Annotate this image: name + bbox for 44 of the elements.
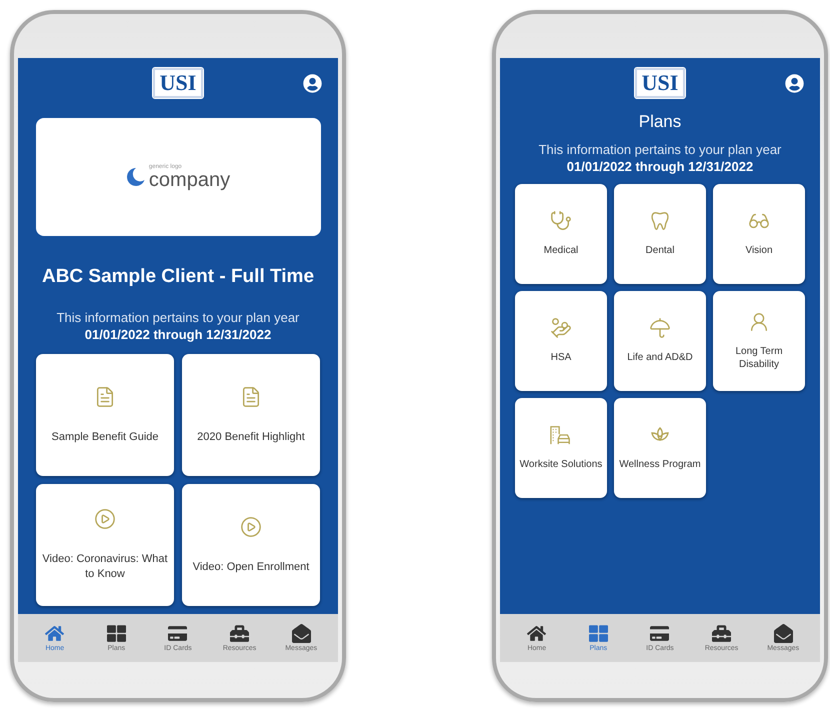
benefit-tile[interactable]: Worksite Solutions: [515, 398, 607, 498]
page-title: ABC Sample Client - Full Time: [42, 266, 314, 288]
card-icon: [168, 624, 188, 643]
play-icon: [94, 508, 116, 530]
play-icon: [240, 516, 262, 538]
grid-icon: [588, 624, 608, 643]
document-icon: [94, 386, 116, 408]
toolbox-icon: [712, 624, 732, 643]
envelope-icon: [774, 624, 793, 643]
tooth-icon: [649, 210, 671, 232]
building-car-icon: [549, 424, 573, 446]
page-title: Plans: [638, 112, 682, 132]
benefit-tile[interactable]: Dental: [614, 184, 706, 284]
benefit-tile[interactable]: Long Term Disability: [713, 291, 805, 391]
benefit-tile[interactable]: Medical: [515, 184, 607, 284]
benefit-tile[interactable]: Life and AD&D: [614, 291, 706, 391]
umbrella-icon: [649, 317, 671, 340]
plan-year-notice: This information pertains to your plan year: [56, 310, 300, 325]
crescent-logo-icon: [126, 167, 146, 187]
grid-icon: [106, 624, 126, 643]
home-icon: [527, 624, 546, 643]
plan-year-dates: 01/01/2022 through 12/31/2022: [566, 159, 754, 174]
person-icon: [748, 310, 770, 332]
profile-icon[interactable]: [303, 74, 322, 93]
benefit-tile[interactable]: 2020 Benefit Highlight: [182, 354, 320, 476]
stethoscope-icon: [550, 210, 572, 232]
benefit-tile[interactable]: Sample Benefit Guide: [36, 354, 174, 476]
profile-icon[interactable]: [785, 74, 804, 93]
benefit-tile[interactable]: Vision: [713, 184, 805, 284]
plan-year-dates: 01/01/2022 through 12/31/2022: [84, 327, 272, 342]
card-icon: [650, 624, 670, 643]
hand-coins-icon: [550, 317, 572, 340]
plan-year-notice: This information pertains to your plan year: [538, 142, 782, 157]
benefit-tile[interactable]: HSA: [515, 291, 607, 391]
envelope-icon: [292, 624, 311, 643]
document-icon: [240, 386, 262, 408]
benefit-tile[interactable]: Video: Open Enrollment: [182, 484, 320, 606]
company-name: company: [148, 170, 230, 190]
home-icon: [45, 624, 64, 643]
benefit-tile[interactable]: Wellness Program: [614, 398, 706, 498]
usi-logo: USI: [152, 68, 204, 98]
benefit-tile[interactable]: Video: Coronavirus: What to Know: [36, 484, 174, 606]
toolbox-icon: [230, 624, 250, 643]
usi-logo: USI: [634, 68, 686, 98]
